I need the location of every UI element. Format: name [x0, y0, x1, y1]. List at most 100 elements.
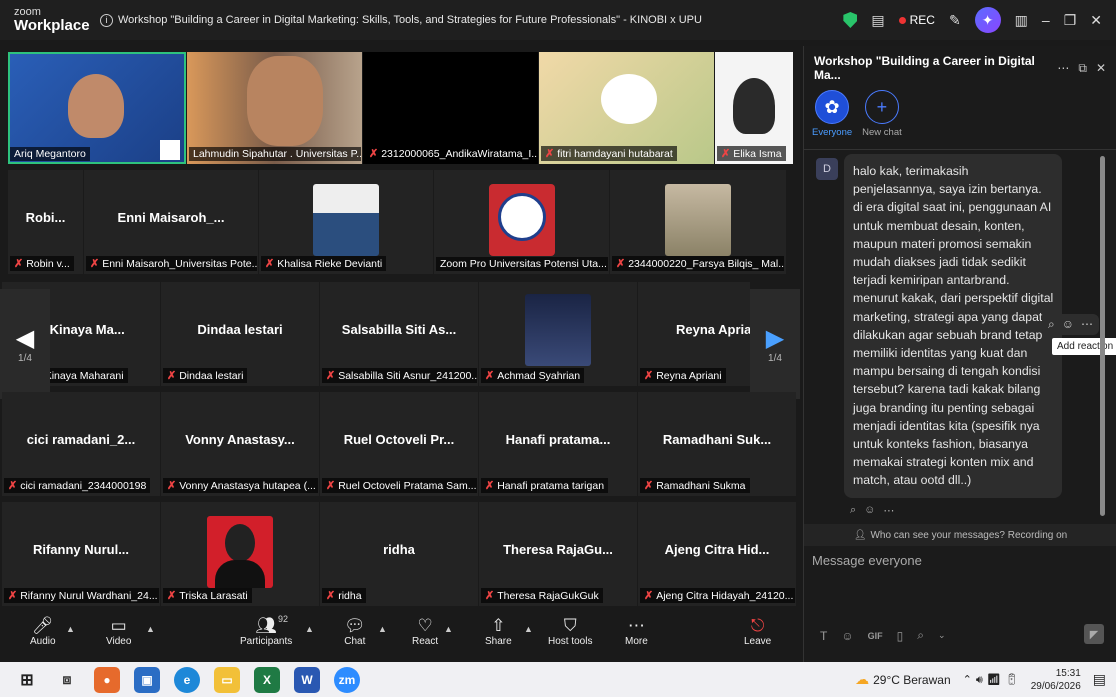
more-options-icon[interactable]: ⋯ [1057, 61, 1069, 76]
emoji-icon[interactable]: ☺ [864, 504, 875, 517]
video-tile[interactable]: Ruel Octoveli Pr... ✗ Ruel Octoveli Prata… [320, 392, 478, 496]
store-icon[interactable]: ▣ [134, 666, 160, 693]
host-tools-button[interactable]: ⛉ Host tools [548, 616, 592, 647]
paint-icon[interactable]: ● [94, 666, 120, 693]
mic-muted-icon: ✗ [644, 480, 654, 492]
message-actions: ⌕ ☺ ⋯ [850, 504, 894, 517]
start-icon[interactable]: ⊞ [14, 667, 40, 693]
clock[interactable]: 15:31 29/06/2026 [1031, 667, 1081, 693]
tray-icons[interactable]: ⌃🔊︎📶︎🔋︎ [963, 673, 1023, 687]
close-chat-icon[interactable]: ✕ [1096, 61, 1106, 76]
format-text-icon[interactable]: T [820, 629, 827, 643]
video-tile[interactable]: ✗ Elika Isma [715, 52, 793, 164]
reply-icon[interactable]: ⌕ [1048, 317, 1055, 332]
participant-name: 2344000220_Farsya Bilqis_ Mal... [628, 257, 785, 270]
chat-panel: Workshop "Building a Career in Digital M… [803, 46, 1116, 662]
rec-label: REC [909, 13, 935, 27]
mic-muted-icon: ✗ [167, 480, 177, 492]
chevron-down-icon[interactable]: ⌄ [938, 630, 946, 641]
tab-new-chat[interactable]: + New chat [862, 90, 902, 138]
chat-scrollbar[interactable] [1100, 156, 1105, 516]
task-view-icon[interactable]: ⧈ [54, 667, 80, 693]
video-tile[interactable]: ✗ 2344000220_Farsya Bilqis_ Mal... [610, 170, 786, 274]
screenshot-icon[interactable]: ⌕ [917, 628, 924, 643]
more-icon[interactable]: ⋯ [1081, 317, 1093, 332]
pop-out-icon[interactable]: ⧉ [1078, 61, 1087, 76]
people-icon: 👤︎ [853, 529, 867, 541]
video-tile[interactable]: Hanafi pratama... ✗ Hanafi pratama tariga… [479, 392, 637, 496]
mic-muted-icon: ✗ [369, 148, 379, 160]
view-icon[interactable]: ▥ [1015, 12, 1028, 29]
zoom-app-icon[interactable]: zm [334, 666, 360, 693]
react-options-caret-icon[interactable]: ▲ [444, 624, 453, 634]
video-tile[interactable]: Ariq Megantoro [8, 52, 186, 164]
notes-icon[interactable]: ▤ [871, 12, 884, 29]
video-tile[interactable]: Rifanny Nurul... ✗ Rifanny Nurul Wardhani… [2, 502, 160, 606]
video-tile[interactable]: Ajeng Citra Hid... ✗ Ajeng Citra Hidayah_… [638, 502, 796, 606]
word-icon[interactable]: W [294, 666, 320, 693]
video-tile[interactable]: Enni Maisaroh_... ✗ Enni Maisaroh_Univers… [84, 170, 258, 274]
video-tile[interactable]: Lahmudin Sipahutar . Universitas P... [187, 52, 362, 164]
add-reaction-icon[interactable]: ☺ [1062, 317, 1074, 332]
visibility-notice-text: Who can see your messages? Recording on [870, 529, 1068, 541]
video-tile[interactable]: Zoom Pro Universitas Potensi Uta... [434, 170, 609, 274]
previous-page-button[interactable]: ◀ 1/4 [0, 289, 50, 399]
react-button[interactable]: ♡ React [412, 616, 438, 647]
chat-message[interactable]: halo kak, terimakasih penjelasannya, say… [844, 154, 1062, 498]
video-button[interactable]: ▭ Video [106, 616, 131, 647]
video-tile[interactable]: ridha ✗ ridha [320, 502, 478, 606]
more-icon[interactable]: ⋯ [883, 504, 894, 517]
video-options-caret-icon[interactable]: ▲ [146, 624, 155, 634]
video-tile[interactable]: Robi... ✗ Robin v... [8, 170, 83, 274]
ai-companion-icon[interactable]: ✦ [974, 7, 1001, 33]
audio-options-caret-icon[interactable]: ▲ [66, 624, 75, 634]
video-tile[interactable]: Ramadhani Suk... ✗ Ramadhani Sukma [638, 392, 796, 496]
chat-button[interactable]: 💬︎ Chat [344, 616, 366, 647]
video-tile[interactable]: ✗ Triska Larasati [161, 502, 319, 606]
weather-text[interactable]: 29°C Berawan [873, 673, 951, 687]
edge-icon[interactable]: e [174, 666, 200, 693]
close-icon[interactable]: ✕ [1090, 12, 1102, 29]
audio-button[interactable]: 🎤︎ Audio [30, 616, 56, 647]
notification-icon[interactable]: ▤ [1093, 671, 1106, 688]
participants-options-caret-icon[interactable]: ▲ [305, 624, 314, 634]
reply-icon[interactable]: ⌕ [850, 504, 856, 517]
minimize-icon[interactable]: – [1042, 12, 1050, 28]
recording-indicator[interactable]: REC [898, 13, 935, 27]
video-tile[interactable]: ✗ Khalisa Rieke Devianti [259, 170, 433, 274]
info-icon[interactable]: i [100, 13, 113, 27]
mic-muted-icon: ✗ [167, 370, 177, 382]
next-page-button[interactable]: ▶ 1/4 [750, 289, 800, 399]
excel-icon[interactable]: X [254, 666, 280, 693]
video-tile[interactable]: Dindaa lestari ✗ Dindaa lestari [161, 282, 319, 386]
weather-icon[interactable]: ☁ [855, 671, 869, 688]
gif-icon[interactable]: GIF [868, 631, 883, 641]
video-tile[interactable]: Reyna Apriani ✗Reyna Apriani [638, 282, 750, 386]
file-explorer-icon[interactable]: ▭ [214, 666, 240, 693]
leave-button[interactable]: ⎋ Leave [744, 616, 771, 647]
share-options-caret-icon[interactable]: ▲ [524, 624, 533, 634]
more-button[interactable]: ⋯ More [625, 616, 648, 647]
participant-name-label: ✗ Theresa RajaGukGuk [481, 588, 603, 603]
video-tile[interactable]: Theresa RajaGu... ✗ Theresa RajaGukGuk [479, 502, 637, 606]
apps-icon[interactable]: ✎ [949, 12, 961, 29]
message-input[interactable]: Message everyone [812, 553, 922, 568]
video-tile[interactable]: ✗ Achmad Syahrian [479, 282, 637, 386]
video-tile[interactable]: ✗ fitri hamdayani hutabarat [539, 52, 714, 164]
restore-icon[interactable]: ❐ [1064, 12, 1077, 29]
participant-name-label: Lahmudin Sipahutar . Universitas P... [189, 147, 361, 161]
file-icon[interactable]: ▯ [897, 629, 904, 643]
tab-everyone[interactable]: ✿ Everyone [812, 90, 852, 138]
participants-button[interactable]: 👥︎ Participants 92 [240, 614, 292, 647]
visibility-notice[interactable]: 👤︎ Who can see your messages? Recording o… [804, 524, 1116, 546]
video-tile[interactable]: Salsabilla Siti As... ✗ Salsabilla Siti A… [320, 282, 478, 386]
emoji-icon[interactable]: ☺ [841, 629, 853, 643]
share-button[interactable]: ⇧ Share [485, 616, 512, 647]
video-tile[interactable]: cici ramadani_2... ✗ cici ramadani_234400… [2, 392, 160, 496]
video-tile[interactable]: Vonny Anastasy... ✗ Vonny Anastasya hutap… [161, 392, 319, 496]
chat-options-caret-icon[interactable]: ▲ [378, 624, 387, 634]
video-tile[interactable]: ✗ 2312000065_AndikaWiratama_I... [363, 52, 538, 164]
encryption-shield-icon[interactable] [843, 12, 858, 28]
send-button[interactable]: ◤ [1084, 624, 1104, 644]
participant-face [733, 78, 775, 134]
